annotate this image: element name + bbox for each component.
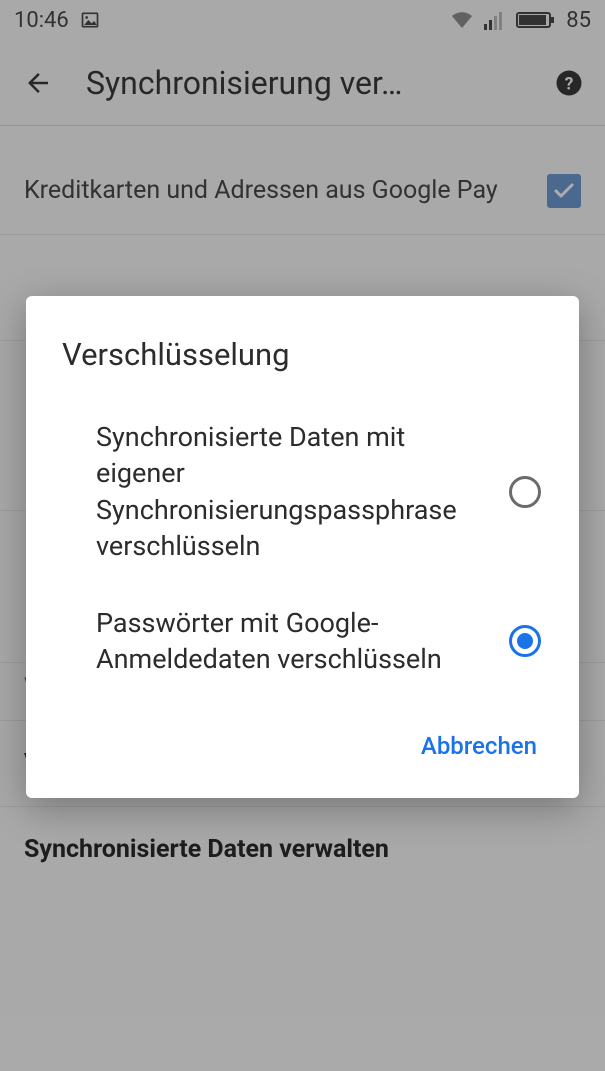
radio-label: Passwörter mit Google-Anmeldedaten versc… (62, 605, 507, 678)
dialog-title: Verschlüsselung (26, 296, 579, 399)
radio-unselected-icon[interactable] (507, 474, 543, 510)
radio-selected-icon[interactable] (507, 623, 543, 659)
radio-option-passphrase[interactable]: Synchronisierte Daten mit eigener Synchr… (26, 399, 579, 585)
radio-label: Synchronisierte Daten mit eigener Synchr… (62, 419, 507, 565)
dialog-actions: Abbrechen (26, 698, 579, 784)
cancel-button[interactable]: Abbrechen (409, 722, 549, 770)
screen: 10:46 85 Synchronisierung ver… ? (0, 0, 605, 1071)
encryption-dialog: Verschlüsselung Synchronisierte Daten mi… (26, 296, 579, 798)
radio-option-google-credentials[interactable]: Passwörter mit Google-Anmeldedaten versc… (26, 585, 579, 698)
